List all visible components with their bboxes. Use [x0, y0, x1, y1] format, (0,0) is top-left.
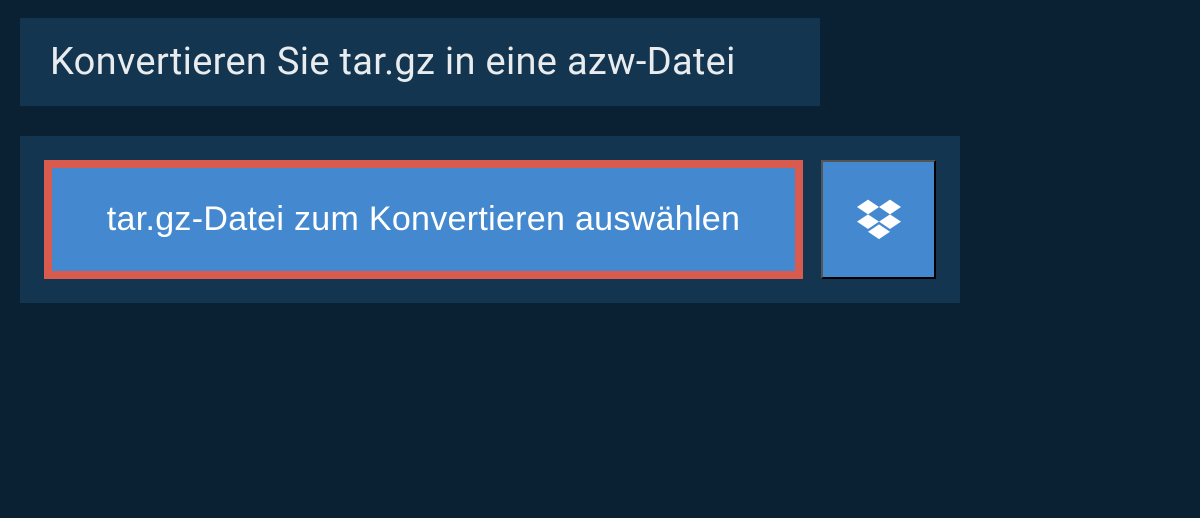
page-title: Konvertieren Sie tar.gz in eine azw-Date…: [50, 40, 790, 84]
file-select-panel: tar.gz-Datei zum Konvertieren auswählen: [20, 136, 960, 303]
dropbox-icon: [857, 196, 901, 243]
select-file-label: tar.gz-Datei zum Konvertieren auswählen: [107, 200, 740, 239]
header-bar: Konvertieren Sie tar.gz in eine azw-Date…: [20, 18, 820, 106]
dropbox-button[interactable]: [821, 160, 936, 279]
select-file-button[interactable]: tar.gz-Datei zum Konvertieren auswählen: [44, 160, 803, 279]
